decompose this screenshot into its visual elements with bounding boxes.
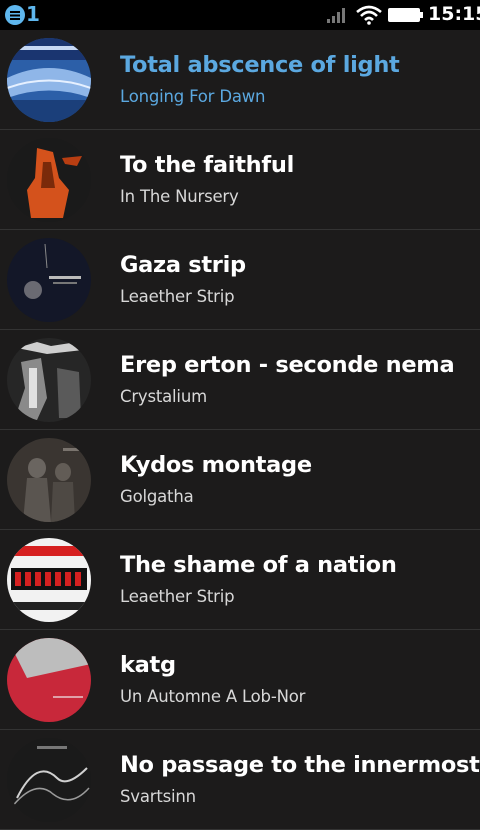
track-title: Gaza strip	[120, 252, 246, 278]
album-cover	[7, 38, 91, 122]
album-cover	[7, 538, 91, 622]
track-row[interactable]: To the faithful In The Nursery	[0, 130, 480, 230]
track-title: Kydos montage	[120, 452, 312, 478]
track-row[interactable]: Total abscence of light Longing For Dawn	[0, 30, 480, 130]
track-artist: Leaether Strip	[120, 287, 235, 306]
album-cover	[7, 438, 91, 522]
track-artist: Longing For Dawn	[120, 87, 266, 106]
track-artist: In The Nursery	[120, 187, 239, 206]
track-artist: Svartsinn	[120, 787, 196, 806]
album-cover	[7, 738, 91, 822]
status-bar: 1 15:15	[0, 0, 480, 30]
album-cover	[7, 138, 91, 222]
wifi-icon	[356, 5, 382, 25]
album-cover	[7, 238, 91, 322]
album-cover	[7, 338, 91, 422]
signal-icon	[327, 8, 345, 23]
track-title: To the faithful	[120, 152, 294, 178]
track-artist: Leaether Strip	[120, 587, 235, 606]
notification-count: 1	[26, 2, 40, 26]
track-title: The shame of a nation	[120, 552, 397, 578]
track-row[interactable]: No passage to the innermost... Svartsinn	[0, 730, 480, 830]
track-title: katg	[120, 652, 176, 678]
track-list: Total abscence of light Longing For Dawn…	[0, 30, 480, 830]
track-artist: Un Automne A Lob-Nor	[120, 687, 306, 706]
track-row[interactable]: Kydos montage Golgatha	[0, 430, 480, 530]
album-cover	[7, 638, 91, 722]
track-row[interactable]: The shame of a nation Leaether Strip	[0, 530, 480, 630]
notification-icon[interactable]	[4, 4, 26, 26]
track-title: Erep erton - seconde nema	[120, 352, 455, 378]
track-artist: Crystalium	[120, 387, 207, 406]
battery-icon	[388, 8, 423, 22]
track-row[interactable]: katg Un Automne A Lob-Nor	[0, 630, 480, 730]
track-artist: Golgatha	[120, 487, 194, 506]
track-row[interactable]: Gaza strip Leaether Strip	[0, 230, 480, 330]
status-time: 15:15	[428, 3, 480, 25]
track-row[interactable]: Erep erton - seconde nema Crystalium	[0, 330, 480, 430]
track-title: No passage to the innermost...	[120, 752, 480, 778]
track-title: Total abscence of light	[120, 52, 400, 78]
